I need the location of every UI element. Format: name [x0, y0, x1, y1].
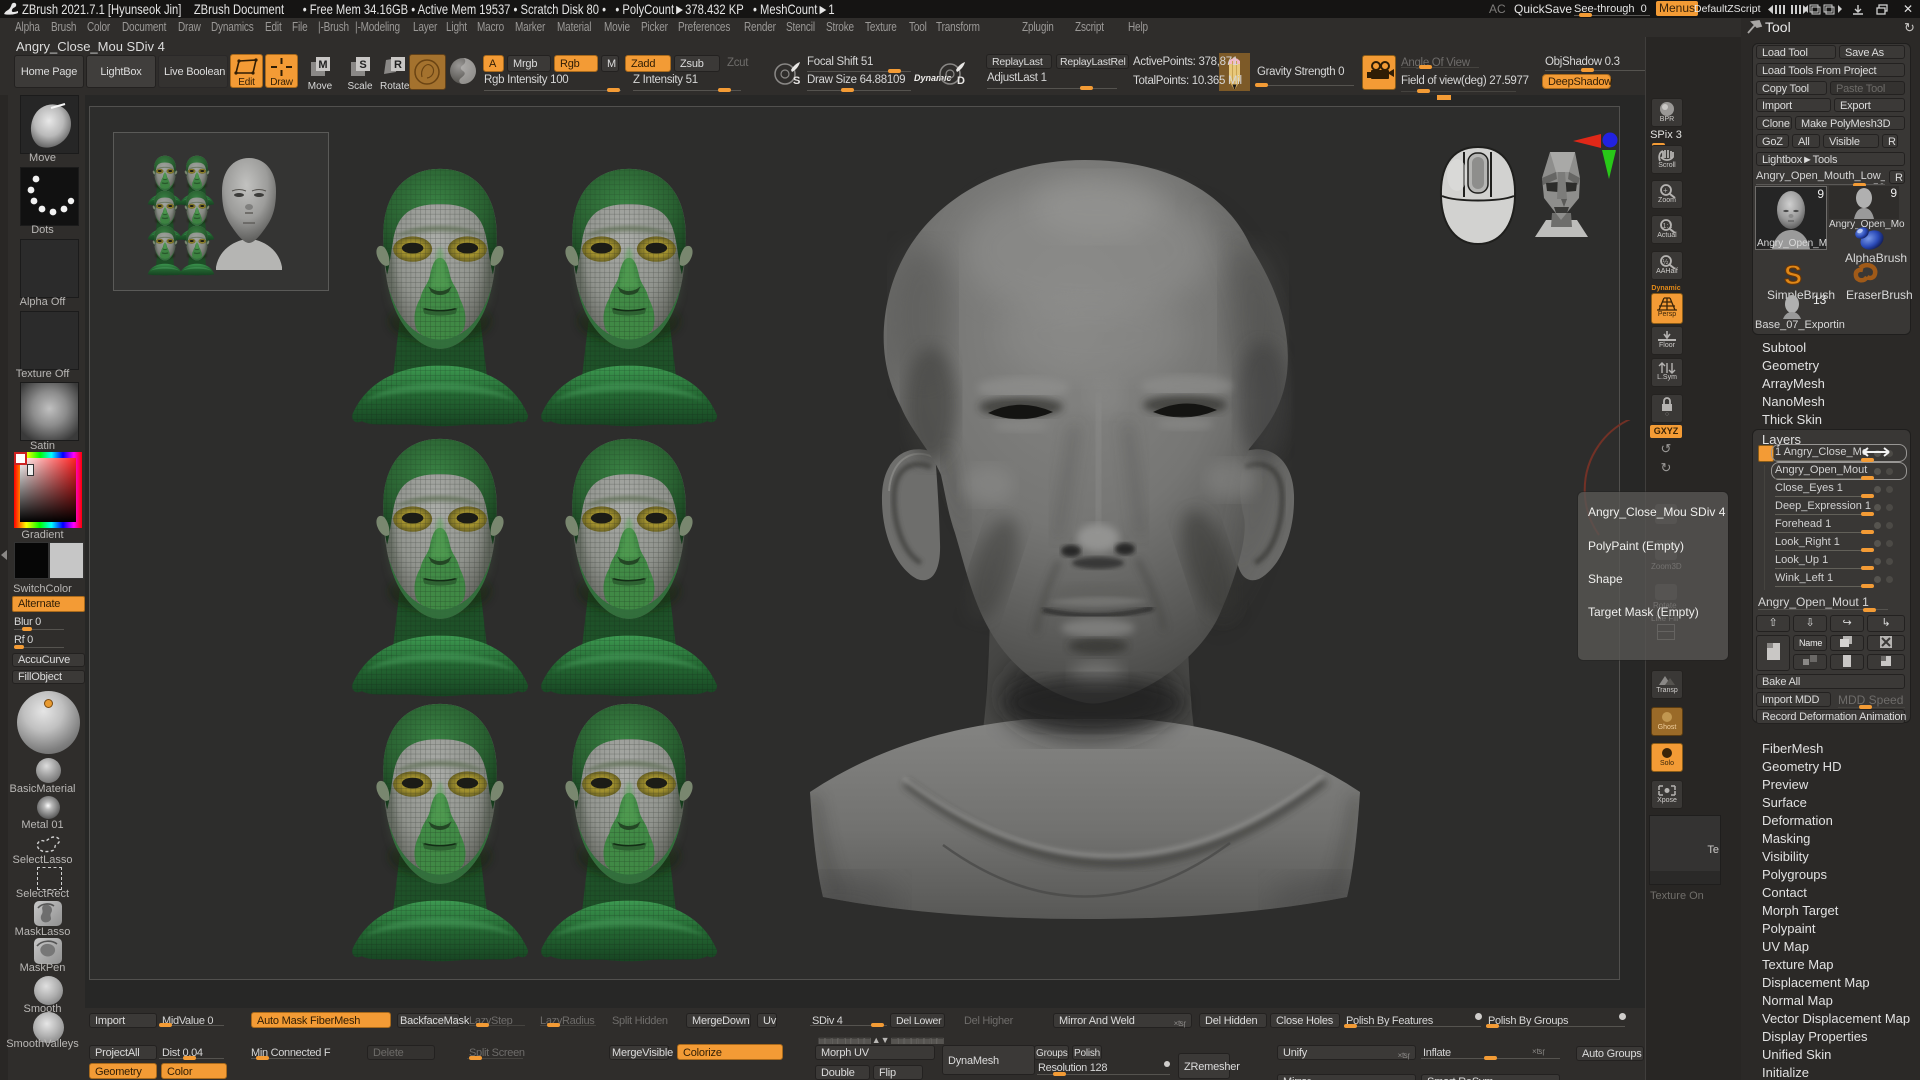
svg-text:R: R: [394, 59, 402, 71]
svg-text:S: S: [1784, 261, 1802, 287]
svg-text:1:1: 1:1: [1663, 223, 1673, 230]
svg-text:S: S: [793, 75, 800, 87]
svg-text:½: ½: [1663, 258, 1669, 266]
svg-text:S: S: [359, 59, 366, 71]
svg-text:M: M: [318, 59, 327, 71]
svg-text:+: +: [1663, 186, 1668, 195]
svg-text:D: D: [957, 75, 965, 87]
